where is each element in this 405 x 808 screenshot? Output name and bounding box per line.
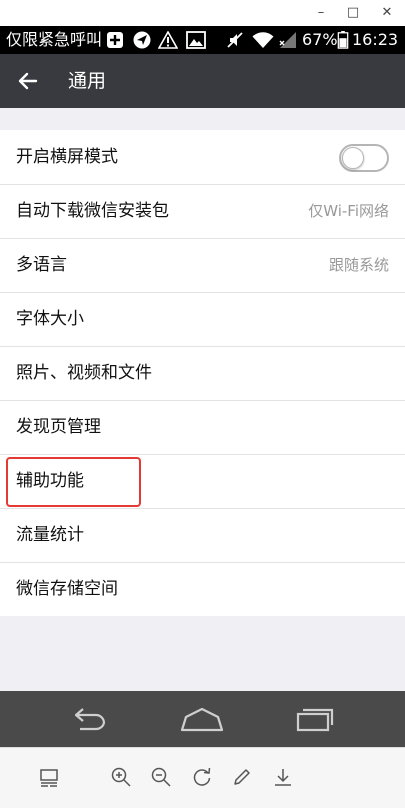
setting-label: 发现页管理 — [16, 417, 101, 437]
status-bar: 仅限紧急呼叫 67% 16:23 — [0, 26, 405, 54]
app-bar: 通用 — [0, 54, 405, 108]
thumbnail-icon[interactable] — [38, 766, 60, 788]
location-notification-icon — [133, 31, 151, 49]
close-button[interactable]: ✕ — [378, 4, 396, 22]
viewer-title-bar: – □ ✕ — [0, 0, 405, 26]
battery-icon — [337, 31, 349, 49]
setting-row-data-usage[interactable]: 流量统计 — [0, 508, 405, 562]
setting-row-landscape-mode[interactable]: 开启横屏模式 — [0, 130, 405, 184]
nav-home-icon[interactable] — [180, 705, 224, 733]
setting-row-accessibility[interactable]: 辅助功能 — [0, 454, 405, 508]
settings-list: 开启横屏模式 自动下载微信安装包 仅Wi-Fi网络 多语言 跟随系统 字体大小 … — [0, 130, 405, 616]
setting-label: 辅助功能 — [16, 471, 84, 491]
setting-label: 自动下载微信安装包 — [16, 201, 169, 221]
landscape-toggle[interactable] — [339, 144, 389, 172]
setting-label: 微信存储空间 — [16, 579, 118, 599]
setting-label: 字体大小 — [16, 309, 84, 329]
edit-icon[interactable] — [231, 766, 253, 788]
rotate-icon[interactable] — [191, 766, 213, 788]
image-notification-icon — [186, 31, 206, 49]
zoom-out-icon[interactable] — [150, 766, 172, 788]
clock: 16:23 — [352, 30, 399, 49]
zoom-in-icon[interactable] — [110, 766, 132, 788]
toggle-knob — [342, 147, 364, 169]
maximize-button[interactable]: □ — [344, 4, 362, 22]
setting-row-font-size[interactable]: 字体大小 — [0, 292, 405, 346]
setting-row-auto-download[interactable]: 自动下载微信安装包 仅Wi-Fi网络 — [0, 184, 405, 238]
setting-label: 开启横屏模式 — [16, 147, 118, 167]
setting-row-language[interactable]: 多语言 跟随系统 — [0, 238, 405, 292]
mute-icon — [227, 32, 243, 48]
nav-back-icon[interactable] — [70, 705, 110, 733]
setting-label: 流量统计 — [16, 525, 84, 545]
settings-content: 开启横屏模式 自动下载微信安装包 仅Wi-Fi网络 多语言 跟随系统 字体大小 … — [0, 108, 405, 691]
setting-row-discover-management[interactable]: 发现页管理 — [0, 400, 405, 454]
wifi-icon — [252, 32, 274, 48]
setting-row-storage[interactable]: 微信存储空间 — [0, 562, 405, 616]
viewer-toolbar — [0, 747, 405, 808]
alert-notification-icon — [158, 31, 178, 49]
setting-label: 多语言 — [16, 255, 67, 275]
setting-row-media-files[interactable]: 照片、视频和文件 — [0, 346, 405, 400]
minimize-button[interactable]: – — [312, 4, 330, 22]
battery-percent: 67% — [302, 30, 338, 49]
plus-notification-icon — [107, 32, 123, 48]
cell-signal-icon — [279, 32, 296, 48]
download-icon[interactable] — [272, 766, 294, 788]
system-nav-bar — [0, 691, 405, 747]
setting-value: 仅Wi-Fi网络 — [308, 202, 389, 220]
nav-recents-icon[interactable] — [296, 705, 336, 733]
back-arrow-icon[interactable] — [14, 66, 44, 96]
carrier-text: 仅限紧急呼叫 — [6, 30, 103, 49]
page-title: 通用 — [68, 70, 107, 92]
setting-label: 照片、视频和文件 — [16, 363, 152, 383]
setting-value: 跟随系统 — [328, 256, 389, 274]
